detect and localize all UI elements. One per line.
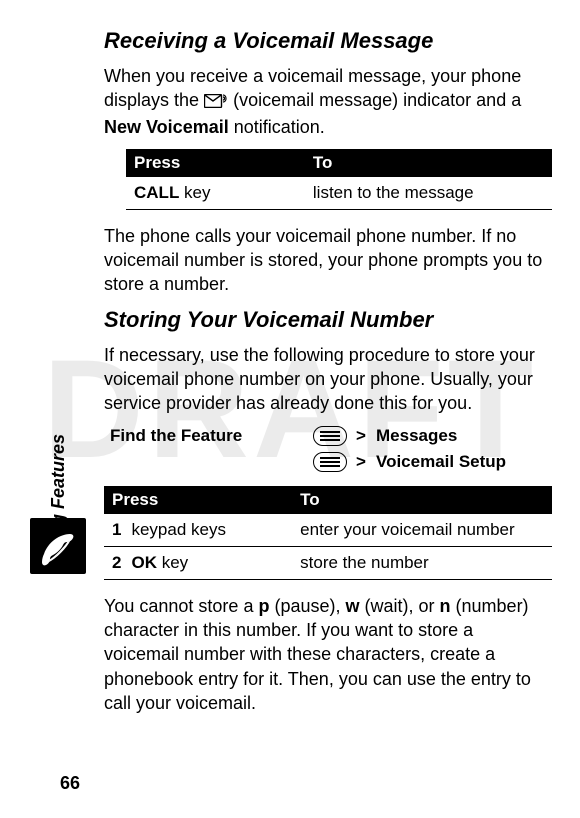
new-voicemail-label: New Voicemail: [104, 117, 229, 137]
table-action: listen to the message: [305, 177, 552, 210]
para-store-2: You cannot store a p (pause), w (wait), …: [104, 594, 552, 715]
step-number: 1: [112, 520, 121, 539]
table-header-press: Press: [126, 149, 305, 177]
call-key-label: CALL: [134, 183, 179, 202]
ok-key-label: OK: [131, 553, 157, 572]
text-fragment: (wait), or: [360, 596, 440, 616]
table-header-to: To: [305, 149, 552, 177]
table-row: 2 OK key store the number: [104, 546, 552, 579]
para-receive-2: The phone calls your voicemail phone num…: [104, 224, 552, 297]
text-fragment: (voicemail message) indicator and a: [233, 90, 521, 110]
page-number: 66: [60, 773, 80, 794]
table-row: CALL key listen to the message: [126, 177, 552, 210]
phone-handset-icon: [36, 524, 80, 568]
char-w: w: [346, 596, 360, 616]
menu-item-messages: Messages: [376, 426, 457, 446]
para-receive-1: When you receive a voicemail message, yo…: [104, 64, 552, 139]
text-fragment: notification.: [234, 117, 325, 137]
find-the-feature-row-2: > Voicemail Setup: [104, 452, 552, 472]
page-content: Receiving a Voicemail Message When you r…: [104, 28, 552, 790]
chevron-gt: >: [356, 426, 376, 446]
voicemail-envelope-icon: [204, 90, 228, 114]
phone-section-icon-wrap: [30, 518, 86, 574]
heading-storing-voicemail: Storing Your Voicemail Number: [104, 307, 552, 333]
text-fragment: (pause),: [269, 596, 345, 616]
find-the-feature-label: Find the Feature: [104, 426, 304, 446]
press-to-table-1: Press To CALL key listen to the message: [126, 149, 552, 210]
table-action: store the number: [292, 546, 552, 579]
menu-key-icon: [313, 452, 347, 472]
table-header-to: To: [292, 486, 552, 514]
find-the-feature-row-1: Find the Feature > Messages: [104, 426, 552, 446]
text-fragment: You cannot store a: [104, 596, 258, 616]
text-fragment: key: [179, 183, 210, 202]
table-row: 1 keypad keys enter your voicemail number: [104, 514, 552, 547]
table-header-press: Press: [104, 486, 292, 514]
char-p: p: [258, 596, 269, 616]
table-action: enter your voicemail number: [292, 514, 552, 547]
text-fragment: keypad keys: [131, 520, 226, 539]
para-store-1: If necessary, use the following procedur…: [104, 343, 552, 416]
char-n: n: [440, 596, 451, 616]
heading-receiving-voicemail: Receiving a Voicemail Message: [104, 28, 552, 54]
phone-section-icon-bg: [30, 518, 86, 574]
step-number: 2: [112, 553, 121, 572]
menu-item-voicemail-setup: Voicemail Setup: [376, 452, 506, 472]
chevron-gt: >: [356, 452, 376, 472]
text-fragment: key: [157, 553, 188, 572]
press-to-table-2: Press To 1 keypad keys enter your voicema…: [104, 486, 552, 580]
menu-key-icon: [313, 426, 347, 446]
